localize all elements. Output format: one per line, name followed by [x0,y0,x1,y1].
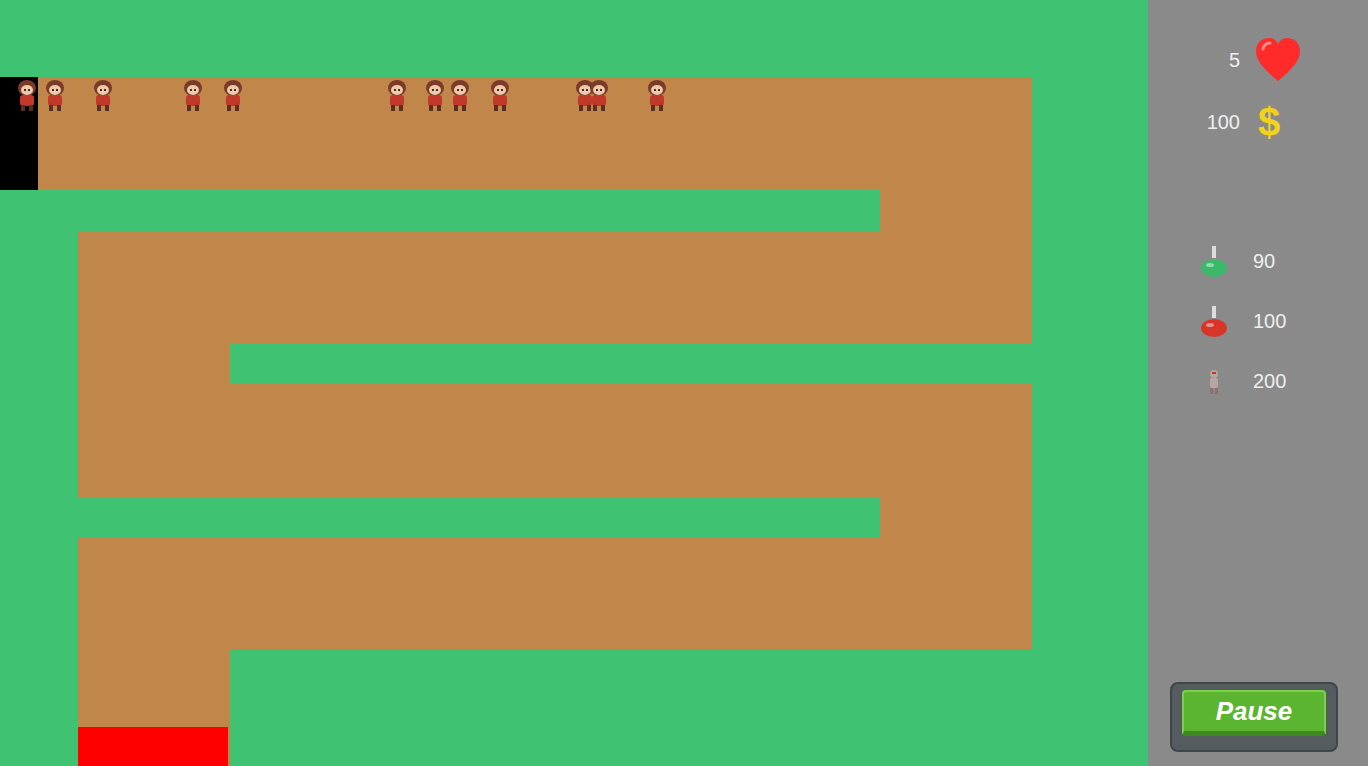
heart-icon [1254,37,1302,83]
enemy-icon [14,78,40,112]
enemy-icon [220,78,246,112]
pause-button[interactable]: Pause [1182,690,1326,736]
enemy-icon [90,78,116,112]
money-symbol: $ [1254,102,1284,142]
tower-option[interactable]: 90 [1148,231,1368,291]
enemy-icon [487,78,513,112]
potion-icon [1199,244,1229,278]
game-board[interactable] [0,0,1148,766]
tower-list: 90 100 200 [1148,231,1368,411]
path-segment [0,77,1032,190]
tower-option[interactable]: 200 [1148,351,1368,411]
enemy-icon [180,78,206,112]
enemy-icon [42,78,68,112]
enemy-icon [447,78,473,112]
figure-icon [1199,364,1229,398]
enemy-icon [384,78,410,112]
sidebar: 5 100 $ 90 100 200 Pause [1148,0,1368,766]
lives-row: 5 [1148,34,1368,86]
enemy-icon [586,78,612,112]
money-count: 100 [1200,110,1240,134]
pause-frame: Pause [1170,682,1338,752]
tower-cost: 100 [1253,309,1286,333]
money-row: 100 $ [1148,96,1368,148]
exit-zone [78,727,228,766]
lives-count: 5 [1200,48,1240,72]
tower-cost: 90 [1253,249,1275,273]
tower-option[interactable]: 100 [1148,291,1368,351]
enemy-icon [422,78,448,112]
enemy-icon [644,78,670,112]
potion-icon [1199,304,1229,338]
tower-cost: 200 [1253,369,1286,393]
